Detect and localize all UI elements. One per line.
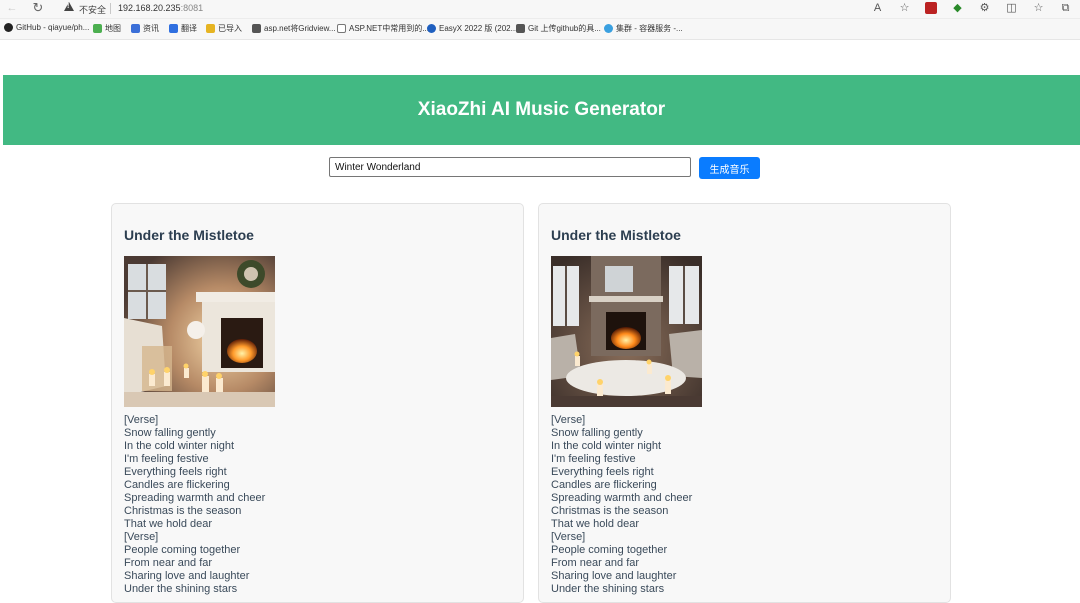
extensions-icon[interactable]: ⚙ [978,1,991,15]
bookmark-map[interactable]: 地图 [93,23,121,34]
lyric-line: Everything feels right [124,466,227,478]
generate-music-button[interactable]: 生成音乐 [699,157,760,179]
bookmark-label: 地图 [105,24,121,33]
toolbar-icons: A ☆ ◆ ⚙ ◫ ☆ ⧉ [871,1,1072,15]
lyric-line: That we hold dear [124,518,213,530]
collections-icon[interactable]: ⧉ [1059,1,1072,15]
bookmark-label: GitHub - qiayue/ph... [16,23,90,32]
easyx-icon [427,24,436,33]
lyric-line: [Verse] [551,414,586,426]
lyric-line: Candles are flickering [124,479,230,491]
split-screen-icon[interactable]: ◫ [1005,1,1018,15]
bookmarks-bar: GitHub - qiayue/ph... 地图 资讯 翻译 已导入 asp.n… [0,19,1080,40]
bookmark-github[interactable]: GitHub - qiayue/ph... [4,23,89,32]
lyric-line: Sharing love and laughter [551,570,677,582]
cozy-fireplace-candles-image [124,256,275,407]
song-title: Under the Mistletoe [124,227,254,243]
bookmark-easyx[interactable]: EasyX 2022 版 (202... [427,23,517,34]
lyric-line: People coming together [551,544,668,556]
app-header: XiaoZhi AI Music Generator [3,75,1080,145]
song-title: Under the Mistletoe [551,227,681,243]
github-icon [4,23,13,32]
bookmark-label: 资讯 [143,24,159,33]
bookmark-aspnet-gridview[interactable]: asp.net将Gridview... [252,23,336,34]
bookmark-aspnet-common[interactable]: ASP.NET中常用到的... [337,23,429,34]
lyric-line: I'm feeling festive [551,453,636,465]
lyric-line: From near and far [124,557,213,569]
page-title: XiaoZhi AI Music Generator [417,99,666,120]
bookmark-label: Git 上传github的具... [528,24,601,33]
url-host: 192.168.20.235 [118,3,181,13]
bookmark-label: ASP.NET中常用到的... [349,24,429,33]
lyric-line: Spreading warmth and cheer [551,492,693,504]
lyric-line: Candles are flickering [551,479,657,491]
lyric-line: [Verse] [124,531,159,543]
lyric-line: Spreading warmth and cheer [124,492,266,504]
lyric-line: From near and far [551,557,640,569]
lyric-line: In the cold winter night [551,440,662,452]
lyric-line: Christmas is the season [551,505,669,517]
lyric-line: Everything feels right [551,466,654,478]
lyrics-list: [Verse] Snow falling gently In the cold … [124,414,265,596]
bookmark-imported[interactable]: 已导入 [206,23,242,34]
map-icon [93,24,102,33]
extension-2-icon[interactable]: ◆ [951,1,964,15]
back-icon[interactable]: ← [5,1,19,15]
song-card: Under the Mistletoe [Verse] Snow falling… [538,203,951,603]
lyric-line: That we hold dear [551,518,640,530]
url-field[interactable]: 192.168.20.235:8081 [118,3,203,13]
lyric-line: Under the shining stars [551,583,665,595]
favorite-star-icon[interactable]: ☆ [898,1,911,15]
bookmark-label: 翻译 [181,24,197,33]
lyric-line: Christmas is the season [124,505,242,517]
translate-icon [169,24,178,33]
read-aloud-icon[interactable]: A [871,1,884,15]
prompt-input[interactable] [329,157,691,177]
folder-icon [206,24,215,33]
page-icon [337,24,346,33]
bookmark-label: EasyX 2022 版 (202... [439,24,518,33]
lyric-line: [Verse] [124,414,159,426]
bookmark-label: asp.net将Gridview... [264,24,336,33]
reload-icon[interactable]: ↻ [31,1,45,15]
lyric-line: In the cold winter night [124,440,235,452]
warning-icon[interactable] [64,2,74,11]
divider [110,3,111,14]
song-card: Under the Mistletoe [Verse] Snow falling… [111,203,524,603]
browser-address-bar: ← ↻ 不安全 192.168.20.235:8081 A ☆ ◆ ⚙ ◫ ☆ … [0,0,1080,19]
lyric-line: Snow falling gently [551,427,643,439]
url-port: :8081 [180,3,204,13]
bookmark-label: 已导入 [218,24,242,33]
lyrics-list: [Verse] Snow falling gently In the cold … [551,414,692,596]
lyric-line: [Verse] [551,531,586,543]
extension-icon[interactable] [925,2,937,14]
stone-fireplace-living-room-image [551,256,702,407]
bookmark-translate[interactable]: 翻译 [169,23,197,34]
lyric-line: Under the shining stars [124,583,238,595]
news-icon [131,24,140,33]
link-icon [252,24,261,33]
bookmark-label: 集群 - 容器服务 -... [616,24,683,33]
bookmark-news[interactable]: 资讯 [131,23,159,34]
bookmark-cluster[interactable]: 集群 - 容器服务 -... [604,23,683,34]
lyric-line: Sharing love and laughter [124,570,250,582]
cloud-icon [604,24,613,33]
link-icon [516,24,525,33]
insecure-label[interactable]: 不安全 [79,3,106,16]
lyric-line: Snow falling gently [124,427,216,439]
lyric-line: People coming together [124,544,241,556]
favorites-icon[interactable]: ☆ [1032,1,1045,15]
lyric-line: I'm feeling festive [124,453,209,465]
bookmark-git-upload[interactable]: Git 上传github的具... [516,23,601,34]
